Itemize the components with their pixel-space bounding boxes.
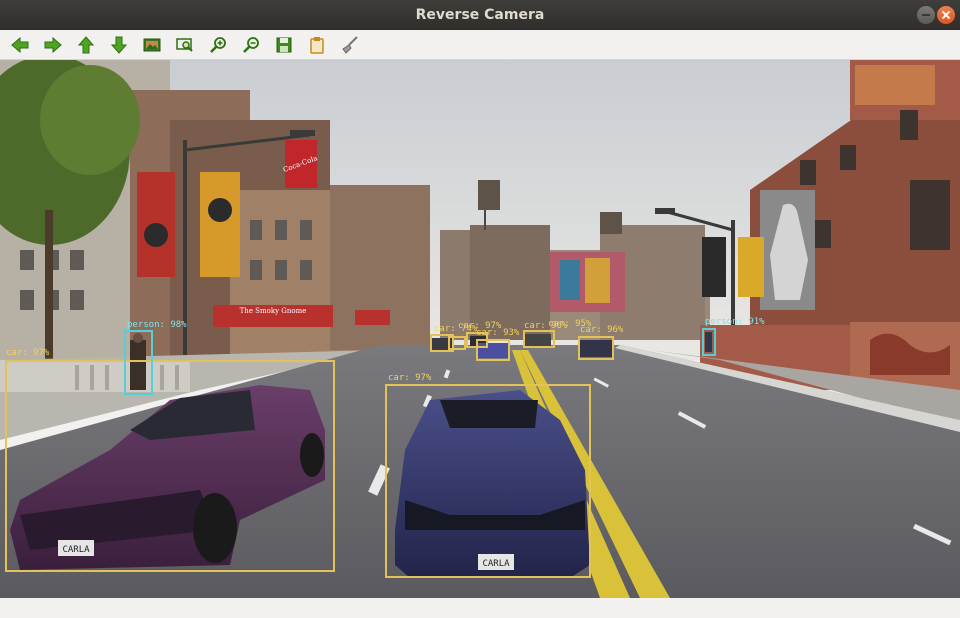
zoom-out-button[interactable] bbox=[239, 33, 263, 57]
image-button[interactable] bbox=[140, 33, 164, 57]
clipboard-button[interactable] bbox=[305, 33, 329, 57]
arrow-down-icon bbox=[110, 36, 128, 54]
camera-view: Coca-Cola The Smoky Gnome CARLA CARLA ca… bbox=[0, 60, 960, 598]
arrow-up-icon bbox=[77, 36, 95, 54]
clear-button[interactable] bbox=[338, 33, 362, 57]
window-title: Reverse Camera bbox=[415, 7, 545, 23]
up-button[interactable] bbox=[74, 33, 98, 57]
close-icon[interactable] bbox=[937, 6, 955, 24]
detection-box-person-right bbox=[702, 328, 716, 356]
detection-label: person: 98% bbox=[127, 320, 187, 330]
zoom-out-icon bbox=[243, 37, 259, 53]
detection-label: car: 96% bbox=[524, 321, 568, 331]
save-button[interactable] bbox=[272, 33, 296, 57]
toolbar bbox=[0, 30, 960, 60]
arrow-right-icon bbox=[44, 36, 62, 54]
window-titlebar: Reverse Camera bbox=[0, 0, 960, 30]
detection-box-left-car bbox=[5, 360, 335, 572]
broom-icon bbox=[342, 36, 358, 54]
arrow-left-icon bbox=[11, 36, 29, 54]
detection-box-far-car-4 bbox=[466, 332, 488, 348]
down-button[interactable] bbox=[107, 33, 131, 57]
back-button[interactable] bbox=[8, 33, 32, 57]
zoom-in-icon bbox=[210, 37, 226, 53]
zoom-in-button[interactable] bbox=[206, 33, 230, 57]
detection-box-person-left bbox=[124, 330, 153, 395]
shop-sign-text: The Smoky Gnome bbox=[240, 307, 307, 315]
detection-label: person: 91% bbox=[705, 317, 765, 327]
minimize-icon[interactable] bbox=[917, 6, 935, 24]
forward-button[interactable] bbox=[41, 33, 65, 57]
image-icon bbox=[143, 38, 161, 52]
status-bar bbox=[0, 598, 960, 618]
detection-box-far-car-5 bbox=[523, 330, 555, 348]
fit-view-button[interactable] bbox=[173, 33, 197, 57]
detection-label: car: 97% bbox=[458, 321, 502, 331]
detection-box-far-car-6 bbox=[448, 336, 466, 350]
detection-label: car: 97% bbox=[388, 373, 432, 383]
clipboard-icon bbox=[310, 37, 324, 54]
detection-box-center-car bbox=[385, 384, 591, 578]
detection-label: car: 97% bbox=[6, 348, 50, 358]
zoom-fit-icon bbox=[176, 38, 193, 52]
floppy-disk-icon bbox=[276, 37, 292, 53]
detection-box-far-car-1 bbox=[578, 336, 614, 360]
